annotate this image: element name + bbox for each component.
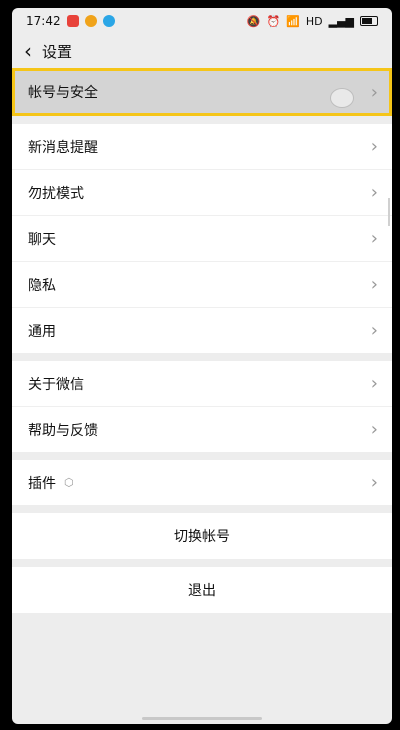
chevron-right-icon: › xyxy=(370,419,378,440)
settings-item-about[interactable]: 关于微信 › xyxy=(12,361,392,407)
switch-account-button[interactable]: 切换帐号 xyxy=(12,513,392,559)
logout-button[interactable]: 退出 xyxy=(12,567,392,613)
battery-icon xyxy=(360,16,378,26)
alarm-icon: ⏰ xyxy=(266,14,281,28)
settings-item-plugins[interactable]: 插件 ⬡ › xyxy=(12,460,392,505)
settings-item-do-not-disturb[interactable]: 勿扰模式 › xyxy=(12,170,392,216)
settings-item-account-security[interactable]: 帐号与安全 › xyxy=(12,68,392,116)
settings-item-privacy[interactable]: 隐私 › xyxy=(12,262,392,308)
nav-bar: ‹ 设置 xyxy=(12,34,392,68)
settings-item-label: 插件 xyxy=(28,475,56,492)
wifi-icon: 📶 xyxy=(286,14,300,28)
notification-app-icon xyxy=(66,15,79,27)
settings-group-account: 帐号与安全 › xyxy=(12,68,392,116)
settings-item-label: 帐号与安全 xyxy=(28,85,98,101)
scrollbar[interactable] xyxy=(388,198,390,226)
settings-item-label: 聊天 xyxy=(28,231,56,248)
switch-account-label: 切换帐号 xyxy=(174,529,230,545)
back-arrow-icon[interactable]: ‹ xyxy=(24,41,32,61)
chevron-right-icon: › xyxy=(370,228,378,249)
touch-indicator xyxy=(330,88,354,108)
chevron-right-icon: › xyxy=(370,320,378,341)
home-indicator xyxy=(142,717,262,720)
settings-item-chat[interactable]: 聊天 › xyxy=(12,216,392,262)
status-bar: 17:42 🔕 ⏰ 📶 HD ▂▄▆ xyxy=(12,8,392,34)
chevron-right-icon: › xyxy=(370,274,378,295)
settings-item-notifications[interactable]: 新消息提醒 › xyxy=(12,124,392,170)
weibo-icon xyxy=(84,15,97,27)
shield-icon: ⬡ xyxy=(64,476,74,489)
status-left: 17:42 xyxy=(26,14,115,28)
phone-screen: 17:42 🔕 ⏰ 📶 HD ▂▄▆ ‹ 设置 帐号与安全 › 新消息提醒 › xyxy=(12,8,392,724)
chevron-right-icon: › xyxy=(370,373,378,394)
settings-item-label: 关于微信 xyxy=(28,376,84,393)
settings-item-general[interactable]: 通用 › xyxy=(12,308,392,353)
settings-item-label: 通用 xyxy=(28,323,56,340)
qq-icon xyxy=(102,15,115,27)
settings-item-label: 帮助与反馈 xyxy=(28,422,98,439)
settings-group-general: 新消息提醒 › 勿扰模式 › 聊天 › 隐私 › 通用 › xyxy=(12,124,392,353)
settings-group-plugins: 插件 ⬡ › xyxy=(12,460,392,505)
network-label: HD xyxy=(305,14,323,28)
settings-item-label: 隐私 xyxy=(28,277,56,294)
plugin-label-wrap: 插件 ⬡ xyxy=(28,473,74,493)
chevron-right-icon: › xyxy=(370,136,378,157)
chevron-right-icon: › xyxy=(370,472,378,493)
settings-item-help-feedback[interactable]: 帮助与反馈 › xyxy=(12,407,392,452)
status-time: 17:42 xyxy=(26,14,61,28)
status-right: 🔕 ⏰ 📶 HD ▂▄▆ xyxy=(247,15,378,28)
settings-group-about: 关于微信 › 帮助与反馈 › xyxy=(12,361,392,452)
signal-icon: ▂▄▆ xyxy=(328,14,354,28)
mute-icon: 🔕 xyxy=(246,14,261,28)
logout-label: 退出 xyxy=(188,583,216,599)
chevron-right-icon: › xyxy=(370,182,378,203)
page-title: 设置 xyxy=(42,42,73,61)
chevron-right-icon: › xyxy=(370,81,378,103)
settings-item-label: 勿扰模式 xyxy=(28,185,84,202)
settings-item-label: 新消息提醒 xyxy=(28,139,98,156)
